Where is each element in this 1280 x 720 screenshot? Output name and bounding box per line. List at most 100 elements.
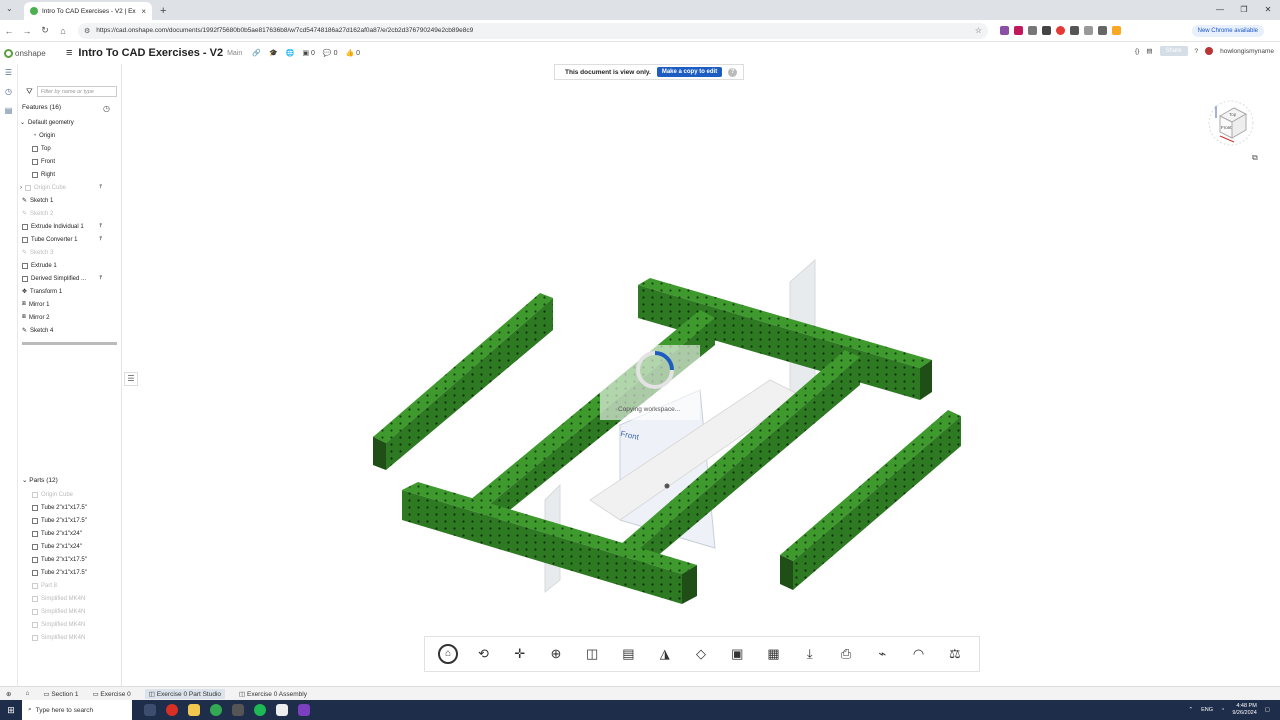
wifi-icon[interactable]: ◔	[1221, 707, 1224, 713]
share-button[interactable]: Share	[1159, 46, 1188, 56]
globe-icon[interactable]: 🌐	[286, 49, 295, 57]
avatar[interactable]	[1205, 47, 1214, 55]
history-icon[interactable]: ◷	[5, 87, 12, 96]
filter-icon[interactable]: ⛛	[26, 87, 33, 97]
curvature-icon[interactable]: ⌁	[871, 646, 893, 662]
part-item[interactable]: Tube 2"x1"x17.5"	[30, 566, 120, 579]
section-view-icon[interactable]: ◫	[581, 646, 603, 662]
taskbar-search[interactable]: ⌕ Type here to search	[22, 700, 132, 720]
extension-icon[interactable]	[1056, 26, 1065, 35]
named-views-icon[interactable]: ◇	[690, 646, 712, 662]
feature-item[interactable]: ✎ Sketch 4	[20, 324, 120, 337]
tab-assembly[interactable]: ◫ Exercise 0 Assembly	[239, 690, 307, 698]
add-tab-icon[interactable]: ⊕	[6, 690, 11, 698]
pan-icon[interactable]: ✛	[509, 646, 531, 662]
notification-icon[interactable]: ▢	[1265, 707, 1270, 713]
filter-input[interactable]: Filter by name or type	[36, 86, 117, 97]
education-icon[interactable]: 🎓	[269, 49, 278, 57]
task-view-icon[interactable]	[144, 704, 156, 716]
home-icon[interactable]: ⌂	[54, 26, 72, 36]
tray-chevron-icon[interactable]: ⌃	[1188, 707, 1193, 713]
tab-home-icon[interactable]: ⌂	[25, 690, 29, 697]
username[interactable]: howlongismyname	[1220, 48, 1274, 55]
language-indicator[interactable]: ENG	[1201, 707, 1213, 713]
spotify-icon[interactable]	[254, 704, 266, 716]
maximize-icon[interactable]: ❐	[1232, 0, 1256, 20]
part-item[interactable]: Simplified MK4N	[30, 618, 120, 631]
app-icon[interactable]	[298, 704, 310, 716]
parts-icon[interactable]: ▤	[5, 106, 13, 115]
likes-icon[interactable]: 👍 0	[345, 49, 360, 57]
feature-item[interactable]: Extrude 1	[20, 259, 120, 272]
extension-icon[interactable]	[1014, 26, 1023, 35]
feature-item[interactable]: Derived Simplified ... ⫯	[20, 272, 120, 285]
feature-list-icon[interactable]: ☰	[5, 68, 12, 77]
clock[interactable]: 4:48 PM 9/26/2024	[1232, 703, 1256, 717]
comments-icon[interactable]: 💬 0	[323, 49, 338, 57]
panel-scrollbar[interactable]	[22, 342, 117, 345]
part-item[interactable]: Tube 2"x1"x17.5"	[30, 501, 120, 514]
parts-heading[interactable]: ⌄ Parts (12)	[22, 476, 58, 484]
explode-icon[interactable]: ◮	[654, 646, 676, 662]
part-item[interactable]: Simplified MK4N	[30, 631, 120, 644]
file-explorer-icon[interactable]	[188, 704, 200, 716]
site-info-icon[interactable]: ⚙	[84, 27, 90, 35]
view-options-icon[interactable]: ⧉	[1252, 153, 1258, 163]
feature-item[interactable]: Tube Converter 1 ⫯	[20, 233, 120, 246]
tab-search-icon[interactable]: ⌄	[6, 4, 13, 13]
browser-tab[interactable]: Intro To CAD Exercises - V2 | Ex ×	[24, 2, 152, 20]
puzzle-icon[interactable]	[1084, 26, 1093, 35]
feature-item[interactable]: Top	[20, 142, 120, 155]
measure-icon[interactable]: ▦	[763, 646, 785, 662]
extension-icon[interactable]	[1112, 26, 1121, 35]
app-icon[interactable]	[232, 704, 244, 716]
minimize-icon[interactable]: —	[1208, 0, 1232, 20]
address-bar[interactable]: ⚙ https://cad.onshape.com/documents/1992…	[78, 22, 988, 39]
feature-item[interactable]: ✥ Transform 1	[20, 285, 120, 298]
feature-item[interactable]: › Origin Cube ⫯	[20, 181, 120, 194]
rollback-icon[interactable]: ◷	[103, 104, 110, 113]
extension-icon[interactable]	[1000, 26, 1009, 35]
feature-item[interactable]: • Origin	[20, 129, 120, 142]
rotate-icon[interactable]: ⟲	[472, 646, 494, 662]
bookmark-star-icon[interactable]: ☆	[975, 26, 982, 35]
tab-exercise-0[interactable]: ▭ Exercise 0	[92, 690, 130, 698]
appearance-icon[interactable]: ▣	[726, 646, 748, 662]
part-item[interactable]: Tube 2"x1"x17.5"	[30, 514, 120, 527]
help-icon[interactable]: ?	[1195, 48, 1199, 55]
windows-start-icon[interactable]: ⊞	[0, 705, 22, 716]
part-item[interactable]: Simplified MK4N	[30, 592, 120, 605]
chrome-profile-icon[interactable]	[210, 704, 222, 716]
chevron-down-icon[interactable]: ⌄	[22, 477, 27, 484]
close-window-icon[interactable]: ✕	[1256, 0, 1280, 20]
part-item[interactable]: Tube 2"x1"x24"	[30, 540, 120, 553]
feature-item[interactable]: Right	[20, 168, 120, 181]
notes-icon[interactable]: ▤	[1146, 47, 1152, 55]
extension-icon[interactable]	[1070, 26, 1079, 35]
part-item[interactable]: Tube 2"x1"x24"	[30, 527, 120, 540]
export-icon[interactable]: ⤓	[799, 646, 821, 662]
code-icon[interactable]: {}	[1135, 48, 1139, 55]
view-cube[interactable]: Top Front	[1208, 98, 1254, 148]
back-icon[interactable]: ←	[0, 26, 18, 36]
model-viewport[interactable]: Front	[123, 64, 1280, 686]
tab-part-studio[interactable]: ◫ Exercise 0 Part Studio	[144, 688, 226, 699]
part-item[interactable]: Tube 2"x1"x17.5"	[30, 553, 120, 566]
new-tab-button[interactable]: +	[160, 2, 166, 20]
forward-icon[interactable]: →	[18, 26, 36, 36]
onshape-logo[interactable]: onshape	[4, 48, 64, 58]
zoom-icon[interactable]: ⊕	[545, 646, 567, 662]
versions-icon[interactable]: ▣ 0	[302, 49, 314, 57]
part-item[interactable]: Origin Cube	[30, 488, 120, 501]
print-icon[interactable]: ⎙	[835, 646, 857, 662]
feature-item[interactable]: ✎ Sketch 2	[20, 207, 120, 220]
chevron-down-icon[interactable]: ⌄	[20, 119, 25, 126]
close-tab-icon[interactable]: ×	[141, 7, 146, 16]
part-item[interactable]: Part 8	[30, 579, 120, 592]
reload-icon[interactable]: ↻	[36, 25, 54, 36]
home-view-icon[interactable]: ⌂	[438, 644, 459, 664]
chevron-right-icon[interactable]: ›	[20, 185, 22, 191]
feature-item[interactable]: ⧈ Mirror 2	[20, 311, 120, 324]
render-mode-icon[interactable]: ▤	[617, 646, 639, 662]
feature-item[interactable]: ⧈ Mirror 1	[20, 298, 120, 311]
